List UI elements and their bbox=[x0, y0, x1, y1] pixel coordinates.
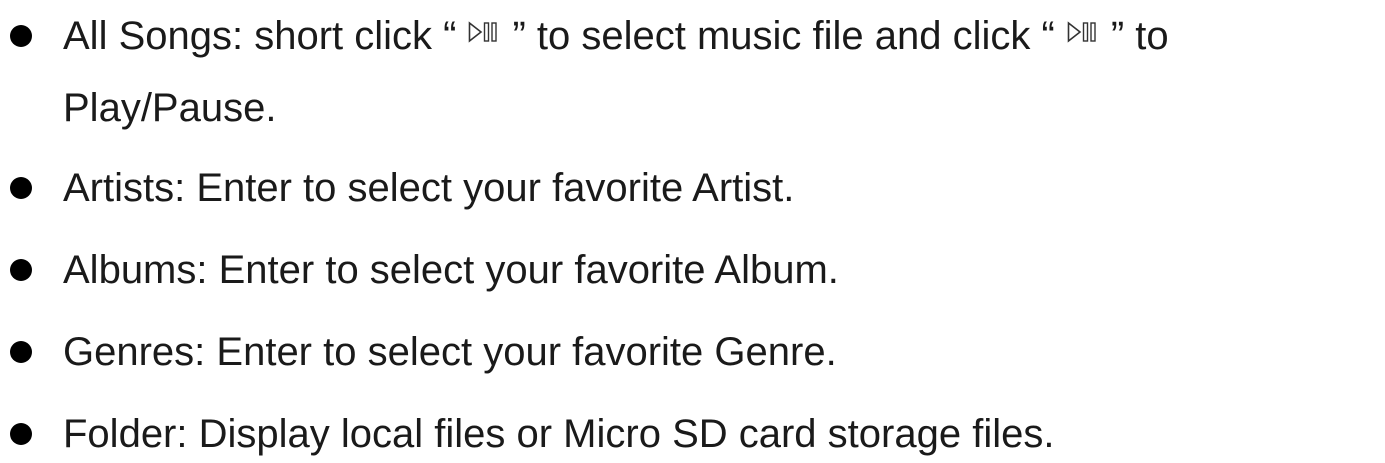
item-text-prefix: All Songs: short click “ bbox=[63, 14, 457, 58]
bullet-icon bbox=[10, 341, 32, 363]
list-item-text: All Songs: short click “ ” to select musi… bbox=[63, 12, 1169, 60]
list-item-text: Albums: Enter to select your favorite Al… bbox=[63, 248, 839, 292]
bullet-icon bbox=[10, 25, 32, 47]
list-item-text: Folder: Display local files or Micro SD … bbox=[63, 412, 1055, 456]
list-item-text-continuation: Play/Pause. bbox=[63, 86, 277, 130]
list-item-text: Genres: Enter to select your favorite Ge… bbox=[63, 330, 837, 374]
play-pause-icon bbox=[468, 21, 500, 43]
list-item-text: Artists: Enter to select your favorite A… bbox=[63, 166, 795, 210]
item-text-suffix: ” to bbox=[1110, 14, 1169, 58]
bullet-icon bbox=[10, 259, 32, 281]
document-page: All Songs: short click “ ” to select musi… bbox=[0, 0, 1385, 463]
play-pause-icon bbox=[1067, 21, 1099, 43]
item-text-middle: ” to select music file and click “ bbox=[512, 14, 1055, 58]
bullet-icon bbox=[10, 423, 32, 445]
bullet-icon bbox=[10, 177, 32, 199]
